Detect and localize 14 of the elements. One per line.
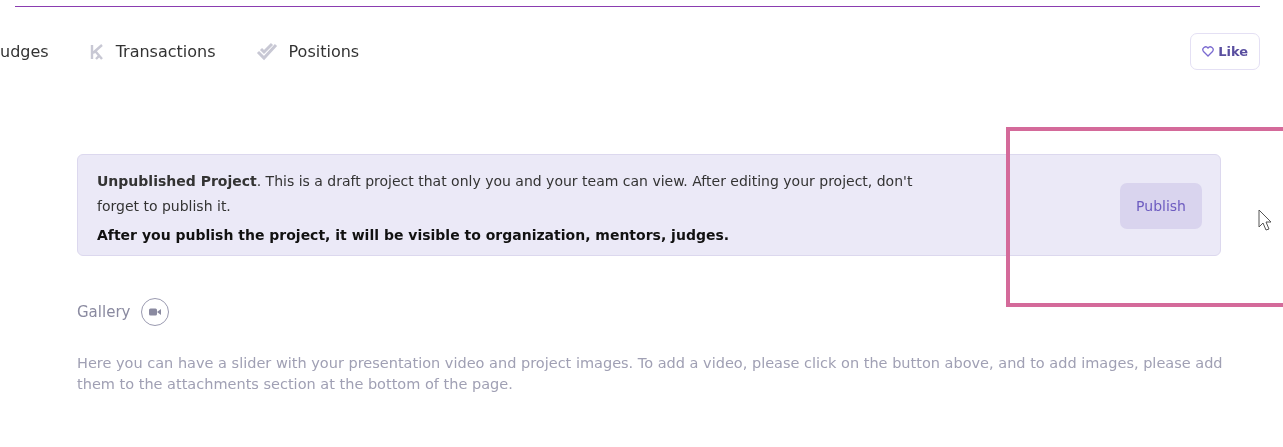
- nav-link[interactable]: Transactions: [88, 41, 216, 62]
- gallery-title: Gallery: [77, 303, 131, 321]
- double-check-icon: [255, 41, 280, 62]
- nav-link[interactable]: Positions: [255, 41, 360, 62]
- video-camera-icon: [149, 308, 162, 316]
- like-button[interactable]: Like: [1190, 33, 1260, 70]
- video-button[interactable]: [141, 298, 170, 326]
- publish-button[interactable]: Publish: [1120, 183, 1202, 229]
- heart-icon: [1202, 46, 1215, 57]
- notice-text: Unpublished Project. This is a draft project that only you and your team can view. After editing your project, don't forget to publish it.: [97, 172, 914, 216]
- gallery-description: Here you can have a slider with your presentation video and project images. To add a video, please click on the button above, and to add images, please add them to the attachments section at the bottom of the page.: [77, 354, 1224, 394]
- nav-link[interactable]: udges: [0, 41, 49, 62]
- notice-note: After you publish the project, it will be visible to organization, mentors, judges.: [97, 227, 731, 243]
- cursor-icon: [1258, 209, 1272, 231]
